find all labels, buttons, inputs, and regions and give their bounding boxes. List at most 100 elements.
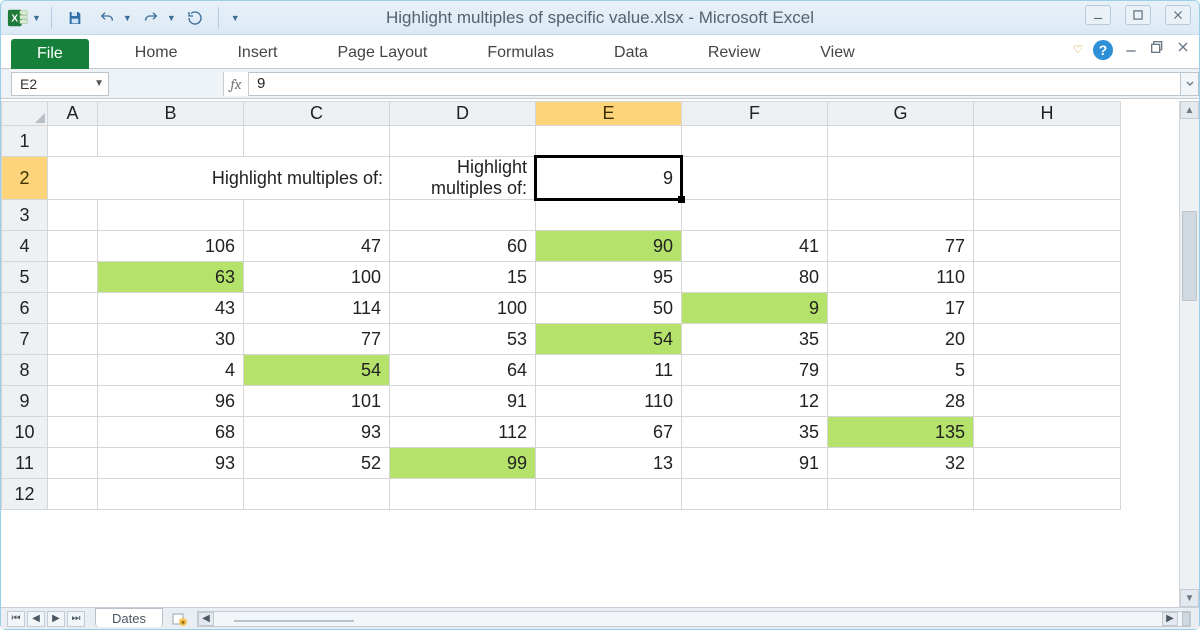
redo-button[interactable] [138,6,164,30]
cell-A11[interactable] [48,448,98,479]
cell-H8[interactable] [974,355,1121,386]
scroll-thumb[interactable] [1182,211,1197,301]
name-box-caret[interactable]: ▼ [94,78,104,89]
cell-G8[interactable]: 5 [828,355,974,386]
cell-D6[interactable]: 100 [390,293,536,324]
cell-C5[interactable]: 100 [244,262,390,293]
select-all-corner[interactable] [2,102,48,126]
maximize-button[interactable] [1125,5,1151,25]
close-button[interactable] [1165,5,1191,25]
cell-B3[interactable] [98,200,244,231]
cell-H4[interactable] [974,231,1121,262]
column-header-E[interactable]: E [536,102,682,126]
cell-H12[interactable] [974,479,1121,510]
help-button[interactable]: ? [1093,40,1113,60]
cell-G12[interactable] [828,479,974,510]
cell-F8[interactable]: 79 [682,355,828,386]
cell-F12[interactable] [682,479,828,510]
cell-D5[interactable]: 15 [390,262,536,293]
qat-customize-caret[interactable]: ▼ [231,13,240,23]
cell-F1[interactable] [682,126,828,157]
cell-B7[interactable]: 30 [98,324,244,355]
cell-C6[interactable]: 114 [244,293,390,324]
tab-review[interactable]: Review [692,38,776,68]
column-header-A[interactable]: A [48,102,98,126]
ribbon-heart-icon[interactable]: ♡ [1073,43,1083,56]
cell-A6[interactable] [48,293,98,324]
row-header-3[interactable]: 3 [2,200,48,231]
column-header-H[interactable]: H [974,102,1121,126]
cell-F5[interactable]: 80 [682,262,828,293]
cell-A7[interactable] [48,324,98,355]
cell-G4[interactable]: 77 [828,231,974,262]
column-header-F[interactable]: F [682,102,828,126]
cell-H1[interactable] [974,126,1121,157]
cell-G5[interactable]: 110 [828,262,974,293]
cell-A12[interactable] [48,479,98,510]
cell-C12[interactable] [244,479,390,510]
spreadsheet-grid[interactable]: ABCDEFGH12Highlight multiples of:Highlig… [1,101,1121,510]
tab-insert[interactable]: Insert [221,38,293,68]
cell-B5[interactable]: 63 [98,262,244,293]
formula-input[interactable]: 9 [249,72,1181,96]
cell-D11[interactable]: 99 [390,448,536,479]
cell-F3[interactable] [682,200,828,231]
name-box[interactable]: E2 ▼ [11,72,109,96]
cell-B8[interactable]: 4 [98,355,244,386]
sheet-tab-dates[interactable]: Dates [95,608,163,627]
cell-G10[interactable]: 135 [828,417,974,448]
cell-F7[interactable]: 35 [682,324,828,355]
cell-H2[interactable] [974,157,1121,200]
column-header-B[interactable]: B [98,102,244,126]
cell-F11[interactable]: 91 [682,448,828,479]
cell-C9[interactable]: 101 [244,386,390,417]
cell-E7[interactable]: 54 [536,324,682,355]
cell-C1[interactable] [244,126,390,157]
cell-B6[interactable]: 43 [98,293,244,324]
row-header-7[interactable]: 7 [2,324,48,355]
scroll-down-button[interactable]: ▼ [1180,589,1199,607]
cell-D8[interactable]: 64 [390,355,536,386]
row-header-10[interactable]: 10 [2,417,48,448]
row-header-6[interactable]: 6 [2,293,48,324]
cell-C7[interactable]: 77 [244,324,390,355]
cell-F10[interactable]: 35 [682,417,828,448]
cell-E8[interactable]: 11 [536,355,682,386]
tab-formulas[interactable]: Formulas [471,38,570,68]
cell-B12[interactable] [98,479,244,510]
row-header-1[interactable]: 1 [2,126,48,157]
cell-B9[interactable]: 96 [98,386,244,417]
tab-view[interactable]: View [804,38,870,68]
column-header-G[interactable]: G [828,102,974,126]
cell-F6[interactable]: 9 [682,293,828,324]
cell-D7[interactable]: 53 [390,324,536,355]
cell-E9[interactable]: 110 [536,386,682,417]
cell-C8[interactable]: 54 [244,355,390,386]
workbook-restore-button[interactable] [1149,39,1165,60]
undo-button[interactable] [94,6,120,30]
file-tab[interactable]: File [11,39,89,69]
cell-F4[interactable]: 41 [682,231,828,262]
sheet-nav-first[interactable]: ⏮ [7,611,25,627]
row-header-2[interactable]: 2 [2,157,48,200]
cell-B1[interactable] [98,126,244,157]
cell-F9[interactable]: 12 [682,386,828,417]
cell-F2[interactable] [682,157,828,200]
row-header-4[interactable]: 4 [2,231,48,262]
cell-E12[interactable] [536,479,682,510]
cell-H11[interactable] [974,448,1121,479]
cell-H3[interactable] [974,200,1121,231]
cell-H9[interactable] [974,386,1121,417]
cell-H6[interactable] [974,293,1121,324]
cell-A1[interactable] [48,126,98,157]
scroll-up-button[interactable]: ▲ [1180,101,1199,119]
cell-G11[interactable]: 32 [828,448,974,479]
sheet-nav-next[interactable]: ▶ [47,611,65,627]
undo-caret[interactable]: ▼ [123,13,132,23]
cell-D3[interactable] [390,200,536,231]
tab-page-layout[interactable]: Page Layout [321,38,443,68]
insert-sheet-button[interactable]: ✶ [171,611,189,627]
cell-G6[interactable]: 17 [828,293,974,324]
tab-data[interactable]: Data [598,38,664,68]
workbook-close-button[interactable] [1175,39,1191,60]
